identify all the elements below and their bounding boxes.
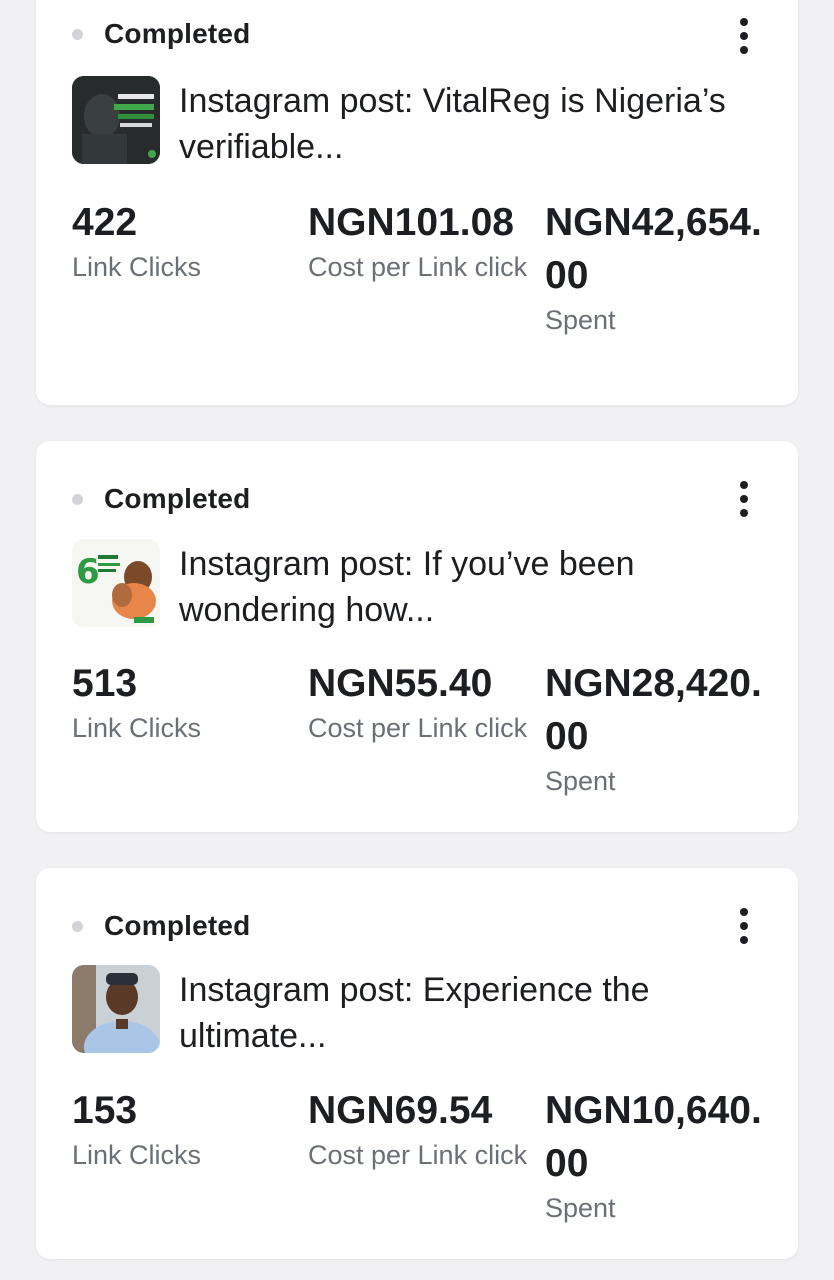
link-clicks-metric: 153 Link Clicks: [72, 1084, 292, 1173]
post-thumbnail: 6: [72, 539, 160, 627]
spent-value: NGN28,420.00: [545, 662, 762, 758]
spent-value: NGN10,640.00: [545, 1089, 762, 1185]
link-clicks-label: Link Clicks: [72, 252, 202, 282]
status-dot-icon: [72, 920, 83, 932]
cost-per-click-label: Cost per Link click: [308, 252, 528, 282]
post-thumbnail: [72, 965, 160, 1053]
spent-label: Spent: [545, 1193, 616, 1223]
spent-label: Spent: [545, 305, 616, 335]
cost-per-click-value: NGN55.40: [308, 662, 493, 705]
status-label: Completed: [104, 483, 251, 514]
cost-per-click-label: Cost per Link click: [308, 1140, 528, 1170]
link-clicks-label: Link Clicks: [72, 713, 202, 743]
link-clicks-label: Link Clicks: [72, 1140, 202, 1170]
cost-per-click-label: Cost per Link click: [308, 713, 528, 743]
spent-value: NGN42,654.00: [545, 201, 762, 297]
status-row: Completed: [72, 479, 250, 519]
spent-label: Spent: [545, 766, 616, 796]
post-thumbnail: [72, 76, 160, 164]
cost-per-click-value: NGN101.08: [308, 201, 514, 244]
status-row: Completed: [72, 906, 250, 946]
post-thumbnail-image: [72, 965, 160, 1053]
status-dot-icon: [72, 28, 83, 40]
campaign-card[interactable]: Completed Instagram post: Experience the…: [36, 868, 798, 1259]
cost-per-click-metric: NGN69.54 Cost per Link click: [308, 1084, 528, 1173]
campaign-card[interactable]: Completed Instagram post: VitalReg is Ni…: [36, 0, 798, 405]
cost-per-click-metric: NGN55.40 Cost per Link click: [308, 657, 528, 746]
post-thumbnail-image: [72, 76, 160, 164]
status-dot-icon: [72, 493, 83, 505]
post-title[interactable]: Instagram post: VitalReg is Nigeria’s ve…: [179, 78, 739, 170]
post-title[interactable]: Instagram post: If you’ve been wondering…: [179, 541, 739, 633]
link-clicks-value: 513: [72, 662, 138, 705]
spent-metric: NGN42,654.00 Spent: [545, 196, 765, 338]
spent-metric: NGN10,640.00 Spent: [545, 1084, 765, 1226]
more-options-icon[interactable]: [732, 908, 756, 944]
svg-text:6: 6: [76, 552, 100, 592]
post-title[interactable]: Instagram post: Experience the ultimate.…: [179, 967, 739, 1059]
link-clicks-metric: 422 Link Clicks: [72, 196, 292, 285]
more-options-icon[interactable]: [732, 18, 756, 54]
more-options-icon[interactable]: [732, 481, 756, 517]
status-label: Completed: [104, 18, 251, 49]
post-thumbnail-image: 6: [72, 539, 160, 627]
link-clicks-metric: 513 Link Clicks: [72, 657, 292, 746]
spent-metric: NGN28,420.00 Spent: [545, 657, 765, 799]
cost-per-click-metric: NGN101.08 Cost per Link click: [308, 196, 528, 285]
link-clicks-value: 153: [72, 1089, 138, 1132]
status-row: Completed: [72, 14, 250, 54]
link-clicks-value: 422: [72, 201, 138, 244]
status-label: Completed: [104, 910, 251, 941]
campaign-card[interactable]: Completed 6 Instagram post: If you’ve be…: [36, 441, 798, 832]
cost-per-click-value: NGN69.54: [308, 1089, 493, 1132]
